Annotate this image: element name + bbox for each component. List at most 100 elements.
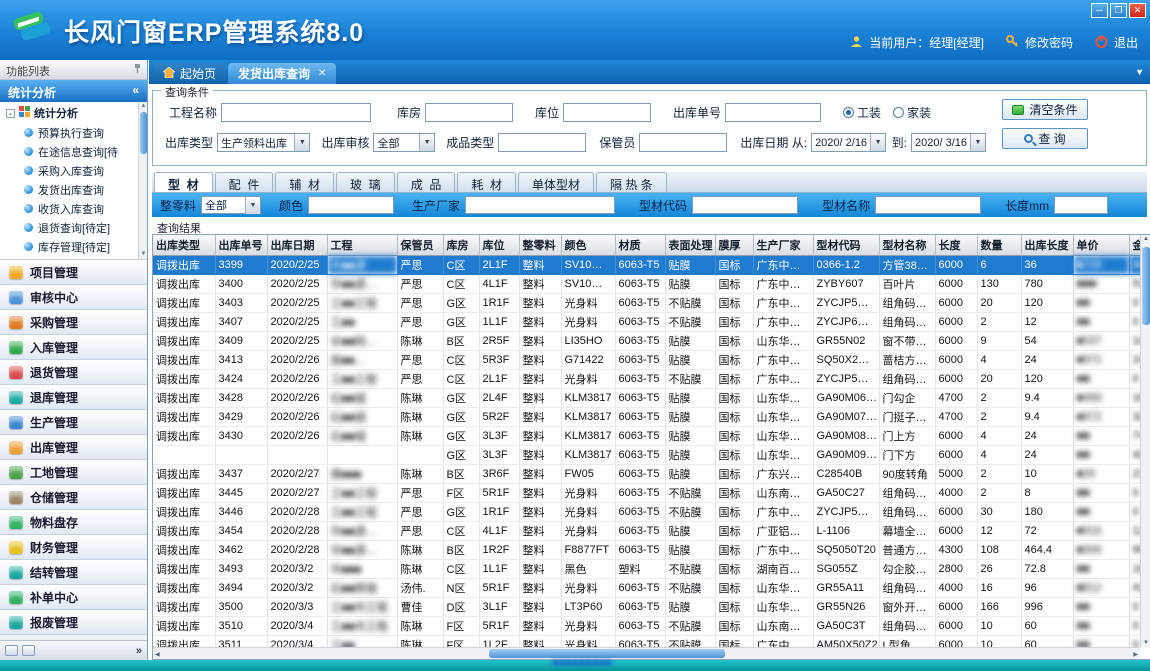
column-header[interactable]: 数量: [977, 235, 1021, 255]
menu-item[interactable]: 退货管理: [0, 360, 147, 385]
computer-icon[interactable]: [22, 645, 35, 656]
tab-overflow-icon[interactable]: ▼: [1135, 67, 1144, 77]
project-name-input[interactable]: [221, 103, 371, 122]
table-row[interactable]: 调拨出库34242020/2/26工■■工程严思C区2L1F整料光身料6063-…: [153, 369, 1140, 388]
section-header-statistics[interactable]: 统计分析 «: [0, 80, 147, 102]
search-button[interactable]: 查 询: [1002, 128, 1088, 149]
column-header[interactable]: 金额: [1129, 235, 1140, 255]
menu-item[interactable]: 生产管理: [0, 410, 147, 435]
table-row[interactable]: 调拨出库34032020/2/25工■■工程严思G区1R1F整料光身料6063-…: [153, 293, 1140, 312]
color-input[interactable]: [308, 196, 394, 214]
menu-item[interactable]: 物料盘存: [0, 510, 147, 535]
table-row[interactable]: 调拨出库34302020/2/26石■■城陈琳G区3L3F整料KLM381760…: [153, 426, 1140, 445]
material-tab[interactable]: 型 材: [154, 172, 213, 192]
menu-item[interactable]: 工地管理: [0, 460, 147, 485]
tree-expander-icon[interactable]: -: [6, 109, 15, 118]
pin-icon[interactable]: [133, 64, 142, 77]
table-row[interactable]: 调拨出库34282020/2/26石■■城陈琳G区2L4F整料KLM381760…: [153, 388, 1140, 407]
column-header[interactable]: 生产厂家: [753, 235, 813, 255]
collapse-icon[interactable]: «: [132, 83, 139, 97]
table-row[interactable]: 调拨出库34452020/2/27工■■工程严思F区5R1F整料光身料6063-…: [153, 483, 1140, 502]
tree-item[interactable]: 在途信息查询[待: [0, 142, 147, 161]
dropdown-arrow-icon[interactable]: ▼: [245, 197, 260, 214]
dropdown-arrow-icon[interactable]: ▼: [294, 134, 309, 151]
table-row[interactable]: 调拨出库34932020/3/2华■■■陈琳C区1L1F整料黑色塑料不贴膜国标湖…: [153, 559, 1140, 578]
column-header[interactable]: 库位: [479, 235, 519, 255]
radio-jiazhuang-label[interactable]: 家装: [907, 104, 931, 121]
scroll-up-icon[interactable]: ▲: [139, 102, 147, 111]
table-row[interactable]: 调拨出库33992020/2/25华■■源严思C区2L1F整料SV10…6063…: [153, 255, 1140, 274]
dropdown-arrow-icon[interactable]: ▼: [419, 134, 434, 151]
minimize-button[interactable]: ─: [1091, 3, 1108, 18]
tree-root[interactable]: - 统计分析: [0, 102, 147, 123]
material-tab[interactable]: 配 件: [215, 172, 274, 192]
manufacturer-input[interactable]: [465, 196, 615, 214]
column-header[interactable]: 出库日期: [267, 235, 327, 255]
column-header[interactable]: 出库单号: [215, 235, 267, 255]
more-chevrons-icon[interactable]: »: [136, 645, 142, 657]
menu-item[interactable]: 审核中心: [0, 285, 147, 310]
scroll-left-icon[interactable]: ◀: [155, 651, 160, 658]
menu-item[interactable]: 退库管理: [0, 385, 147, 410]
column-header[interactable]: 出库类型: [153, 235, 215, 255]
tree-item[interactable]: 采购入库查询: [0, 161, 147, 180]
scrollbar-thumb[interactable]: [1142, 247, 1150, 325]
column-header[interactable]: 膜厚: [715, 235, 753, 255]
change-password-link[interactable]: 修改密码: [1025, 34, 1073, 51]
tree-item[interactable]: 预算执行查询: [0, 123, 147, 142]
material-tab[interactable]: 成 品: [397, 172, 456, 192]
profile-name-input[interactable]: [875, 196, 981, 214]
date-from-picker[interactable]: 2020/ 2/16▼: [811, 133, 886, 152]
menu-item[interactable]: 财务管理: [0, 535, 147, 560]
tree-item[interactable]: 收货入库查询: [0, 199, 147, 218]
table-row[interactable]: 调拨出库34542020/2/28华■■源…严思C区4L1F整料光身料6063-…: [153, 521, 1140, 540]
scroll-down-icon[interactable]: ▼: [1143, 640, 1149, 646]
scroll-up-icon[interactable]: ▲: [1143, 236, 1149, 242]
tree-scrollbar[interactable]: ▲ ▼: [138, 102, 147, 259]
column-header[interactable]: 出库长度: [1021, 235, 1073, 255]
radio-gongzhuang[interactable]: [843, 107, 854, 118]
maximize-button[interactable]: ❐: [1110, 3, 1127, 18]
outbound-type-select[interactable]: 生产领料出库▼: [217, 133, 310, 152]
material-tab[interactable]: 隔 热 条: [596, 172, 667, 192]
order-no-input[interactable]: [725, 103, 821, 122]
table-row[interactable]: 调拨出库35102020/3/4工■■共工程陈琳F区5R1F整料光身料6063-…: [153, 616, 1140, 635]
column-header[interactable]: 长度: [935, 235, 977, 255]
whole-piece-select[interactable]: 全部▼: [201, 196, 261, 214]
menu-item[interactable]: 入库管理: [0, 335, 147, 360]
column-header[interactable]: 整零料: [519, 235, 561, 255]
profile-code-input[interactable]: [692, 196, 798, 214]
column-header[interactable]: 保管员: [397, 235, 443, 255]
tree-item[interactable]: 退货查询[待定]: [0, 218, 147, 237]
table-row[interactable]: 调拨出库34462020/2/28工■■工程严思G区1R1F整料光身料6063-…: [153, 502, 1140, 521]
scrollbar-thumb[interactable]: [140, 112, 147, 154]
tree-item[interactable]: 发货出库查询: [0, 180, 147, 199]
menu-item[interactable]: 项目管理: [0, 260, 147, 285]
table-row[interactable]: 调拨出库35002020/3/3工■■共工程曹佳D区3L1F整料LT3P6060…: [153, 597, 1140, 616]
menu-item[interactable]: 补单中心: [0, 585, 147, 610]
dropdown-arrow-icon[interactable]: ▼: [970, 134, 985, 151]
warehouse-input[interactable]: [425, 103, 513, 122]
menu-item[interactable]: 结转管理: [0, 560, 147, 585]
location-input[interactable]: [563, 103, 651, 122]
table-row[interactable]: G区3L3F整料KLM38176063-T5贴膜国标山东华…GA90M09…门下…: [153, 445, 1140, 464]
table-row[interactable]: 调拨出库34372020/2/27佛■■■陈琳B区3R6F整料FW056063-…: [153, 464, 1140, 483]
horizontal-scrollbar[interactable]: ◀ ▶: [153, 647, 1140, 659]
date-to-picker[interactable]: 2020/ 3/16▼: [911, 133, 986, 152]
length-input[interactable]: [1054, 196, 1108, 214]
table-row[interactable]: 调拨出库34092020/2/25长■■网…陈琳B区2R5F整料LI35HO60…: [153, 331, 1140, 350]
menu-item[interactable]: 出库管理: [0, 435, 147, 460]
close-button[interactable]: ✕: [1129, 3, 1146, 18]
logout-link[interactable]: 退出: [1114, 34, 1138, 51]
table-row[interactable]: 调拨出库34132020/2/26南■■…严思C区5R3F整料G71422606…: [153, 350, 1140, 369]
table-row[interactable]: 调拨出库34292020/2/26石■■城陈琳G区5R2F整料KLM381760…: [153, 407, 1140, 426]
column-header[interactable]: 单价: [1073, 235, 1129, 255]
radio-jiazhuang[interactable]: [893, 107, 904, 118]
tab-home[interactable]: 起始页: [153, 63, 226, 84]
product-type-input[interactable]: [498, 133, 586, 152]
tree-item[interactable]: 库存管理[待定]: [0, 237, 147, 256]
menu-item[interactable]: 报废管理: [0, 610, 147, 635]
material-tab[interactable]: 玻 璃: [336, 172, 395, 192]
clear-conditions-button[interactable]: 清空条件: [1002, 99, 1088, 120]
table-row[interactable]: 调拨出库34002020/2/25华■■源…严思C区4L1F整料SV10…606…: [153, 274, 1140, 293]
